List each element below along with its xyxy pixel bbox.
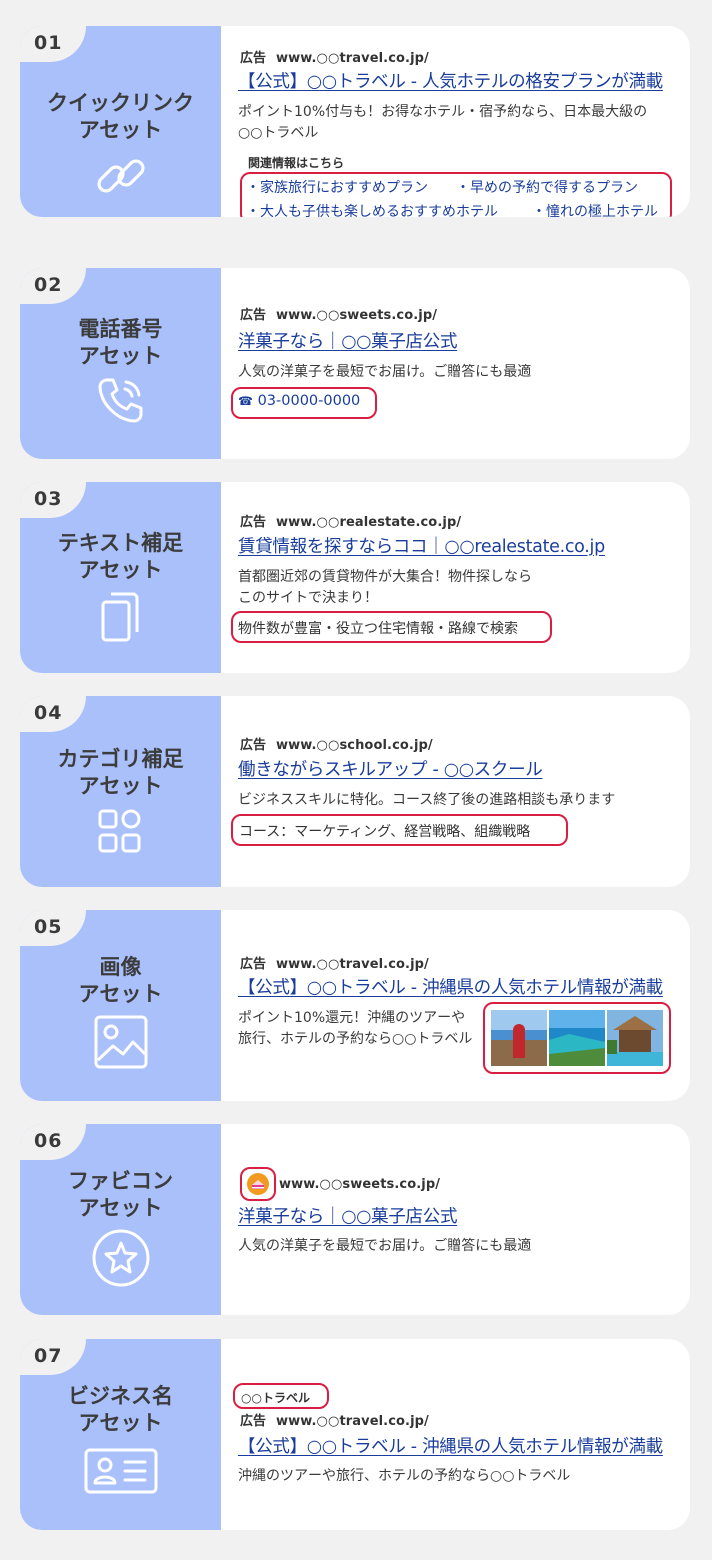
asset-label-panel: 02 電話番号 アセット (20, 268, 221, 459)
display-url[interactable]: www.○○sweets.co.jp/ (276, 308, 437, 323)
asset-number: 05 (34, 916, 63, 938)
ad-description: 首都圏近郊の賃貸物件が大集合！物件探しなら このサイトで決まり！ (238, 569, 532, 606)
okinawa-photo-3 (607, 1010, 663, 1066)
asset-title: クイックリンク アセット (47, 91, 194, 142)
id-card-icon (20, 1447, 221, 1495)
display-url[interactable]: www.○○travel.co.jp/ (276, 957, 429, 972)
ad-headline[interactable]: 【公式】○○トラベル - 人気ホテルの格安プランが満載 (238, 68, 663, 93)
snippet-text: コース：マーケティング、経営戦略、組織戦略 (239, 824, 531, 840)
related-label: 関連情報はこちら (248, 156, 345, 170)
asset-card-image: 05 画像 アセット 広告 www.○○travel.co.jp/ 【公式】○○ト… (20, 910, 690, 1101)
display-url[interactable]: www.○○sweets.co.jp/ (279, 1177, 440, 1192)
ad-description: ポイント10%付与も！お得なホテル・宿予約なら、日本最大級の ○○トラベル (238, 104, 648, 141)
asset-label-panel: 03 テキスト補足 アセット (20, 482, 221, 673)
asset-title: テキスト補足 アセット (57, 531, 184, 582)
favicon-highlight (240, 1167, 276, 1201)
asset-number: 07 (34, 1345, 63, 1367)
asset-card-callout: 03 テキスト補足 アセット 広告 www.○○realestate.co.jp/… (20, 482, 690, 673)
asset-card-phone: 02 電話番号 アセット 広告 www.○○sweets.co.jp/ 洋菓子なら… (20, 268, 690, 459)
display-url[interactable]: www.○○realestate.co.jp/ (276, 515, 461, 530)
phone-number[interactable]: ☎ 03-0000-0000 (238, 393, 360, 409)
ad-url-line: 広告 www.○○travel.co.jp/ (240, 1410, 429, 1429)
asset-title: カテゴリ補足 アセット (57, 747, 184, 798)
ad-url-line: 広告 www.○○travel.co.jp/ (240, 47, 429, 66)
okinawa-photo-1 (491, 1010, 547, 1066)
ad-headline[interactable]: 【公式】○○トラベル - 沖縄県の人気ホテル情報が満載 (238, 974, 663, 999)
ad-description: 人気の洋菓子を最短でお届け。ご贈答にも最適 (238, 364, 532, 380)
asset-number: 04 (34, 702, 63, 724)
asset-card-business-name: 07 ビジネス名 アセット ○○トラベル 広告 www.○○travel.co.j… (20, 1339, 690, 1530)
ad-url-line: 広告 www.○○school.co.jp/ (240, 734, 433, 753)
category-grid-icon (20, 808, 221, 854)
image-highlight (483, 1002, 671, 1074)
ad-description: ビジネススキルに特化。コース終了後の進路相談も承ります (238, 792, 616, 808)
asset-card-favicon: 06 ファビコン アセット www.○○sweets.co.jp/ 洋菓子なら｜… (20, 1124, 690, 1315)
asset-number: 06 (34, 1130, 63, 1152)
asset-number: 02 (34, 274, 63, 296)
asset-title: ファビコン アセット (68, 1169, 173, 1220)
ad-tag: 広告 (240, 51, 267, 66)
quicklink-1[interactable]: ・家族旅行におすすめプラン (246, 177, 428, 197)
ad-headline[interactable]: 【公式】○○トラベル - 沖縄県の人気ホテル情報が満載 (238, 1433, 663, 1458)
asset-card-quicklink: 01 クイックリンク アセット 広告 www.○○travel.co.jp/ 【公… (20, 26, 690, 217)
phone-glyph-icon: ☎ (238, 394, 253, 408)
ad-tag: 広告 (240, 308, 267, 323)
ad-headline[interactable]: 洋菓子なら｜○○菓子店公式 (238, 328, 457, 353)
ad-headline[interactable]: 賃貸情報を探すならココ｜○○realestate.co.jp (238, 533, 605, 558)
ad-tag: 広告 (240, 957, 267, 972)
star-circle-icon (20, 1228, 221, 1288)
ad-tag: 広告 (240, 1414, 267, 1429)
asset-title: 画像 アセット (78, 955, 163, 1006)
asset-label-panel: 01 クイックリンク アセット (20, 26, 221, 217)
ad-headline[interactable]: 洋菓子なら｜○○菓子店公式 (238, 1203, 457, 1228)
ad-description: 沖縄のツアーや旅行、ホテルの予約なら○○トラベル (238, 1468, 571, 1484)
phone-number-text: 03-0000-0000 (257, 393, 361, 409)
asset-title: ビジネス名 アセット (68, 1384, 173, 1435)
ad-tag: 広告 (240, 515, 267, 530)
asset-title: 電話番号 アセット (78, 317, 163, 368)
display-url[interactable]: www.○○travel.co.jp/ (276, 51, 429, 66)
display-url[interactable]: www.○○travel.co.jp/ (276, 1414, 429, 1429)
asset-label-panel: 07 ビジネス名 アセット (20, 1339, 221, 1530)
ad-url-line: www.○○sweets.co.jp/ (279, 1177, 440, 1192)
ad-url-line: 広告 www.○○sweets.co.jp/ (240, 304, 437, 323)
ad-tag: 広告 (240, 738, 267, 753)
okinawa-photo-2 (549, 1010, 605, 1066)
cake-favicon-icon (247, 1173, 269, 1195)
asset-number: 01 (34, 32, 63, 54)
ad-headline[interactable]: 働きながらスキルアップ - ○○スクール (238, 756, 543, 781)
link-icon (20, 148, 221, 204)
ad-description: ポイント10%還元！沖縄のツアーや 旅行、ホテルの予約なら○○トラベル (238, 1010, 473, 1047)
image-icon (20, 1014, 221, 1070)
callout-text: 物件数が豊富・役立つ住宅情報・路線で検索 (238, 621, 518, 637)
asset-label-panel: 06 ファビコン アセット (20, 1124, 221, 1315)
phone-icon (20, 372, 221, 428)
ad-description: 人気の洋菓子を最短でお届け。ご贈答にも最適 (238, 1238, 532, 1254)
asset-label-panel: 05 画像 アセット (20, 910, 221, 1101)
quicklink-4[interactable]: ・憧れの極上ホテル (532, 201, 658, 217)
ad-url-line: 広告 www.○○travel.co.jp/ (240, 953, 429, 972)
ad-url-line: 広告 www.○○realestate.co.jp/ (240, 511, 461, 530)
quicklink-2[interactable]: ・早めの予約で得するプラン (456, 177, 638, 197)
asset-card-structured-snippet: 04 カテゴリ補足 アセット 広告 www.○○school.co.jp/ 働きな… (20, 696, 690, 887)
business-name: ○○トラベル (241, 1391, 310, 1405)
copy-icon (20, 586, 221, 646)
asset-number: 03 (34, 488, 63, 510)
asset-label-panel: 04 カテゴリ補足 アセット (20, 696, 221, 887)
display-url[interactable]: www.○○school.co.jp/ (276, 738, 433, 753)
quicklink-3[interactable]: ・大人も子供も楽しめるおすすめホテル (246, 201, 498, 217)
